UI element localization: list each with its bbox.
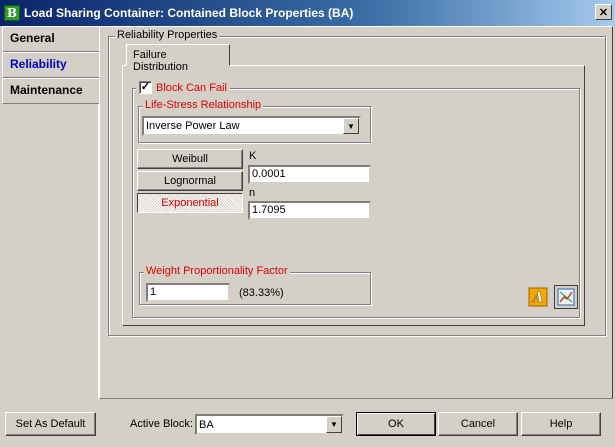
life-stress-select[interactable]: Inverse Power Law ▼ xyxy=(142,116,361,136)
n-input[interactable]: 1.7095 xyxy=(248,201,371,220)
n-value: 1.7095 xyxy=(252,204,286,216)
n-label: n xyxy=(249,187,256,199)
sidebar-item-general[interactable]: General xyxy=(2,26,100,52)
block-can-fail-row: ✓ Block Can Fail xyxy=(136,81,230,94)
help-button[interactable]: Help xyxy=(521,412,601,436)
lognormal-label: Lognormal xyxy=(164,175,216,187)
chevron-down-icon[interactable]: ▼ xyxy=(343,118,359,134)
sidebar-item-maintenance[interactable]: Maintenance xyxy=(2,78,100,104)
block-can-fail-checkbox[interactable]: ✓ xyxy=(139,81,152,94)
weight-factor-label: Weight Proportionality Factor xyxy=(144,265,290,277)
chevron-down-icon[interactable]: ▼ xyxy=(326,416,342,433)
sidebar-item-label: Reliability xyxy=(10,57,67,71)
sidebar-item-label: Maintenance xyxy=(10,83,83,97)
lognormal-button[interactable]: Lognormal xyxy=(137,171,243,191)
plot-icon[interactable] xyxy=(554,285,578,309)
exponential-label: Exponential xyxy=(161,197,219,209)
exponential-button[interactable]: Exponential xyxy=(137,193,243,213)
weight-factor-value: 1 xyxy=(150,286,157,298)
sidebar-item-label: General xyxy=(10,31,55,45)
ok-label: OK xyxy=(388,418,404,430)
k-value: 0.0001 xyxy=(252,168,286,180)
active-block-value: BA xyxy=(199,418,214,431)
window-title: Load Sharing Container: Contained Block … xyxy=(24,6,354,20)
cancel-button[interactable]: Cancel xyxy=(438,412,518,436)
weibull-button[interactable]: Weibull xyxy=(137,149,243,169)
cancel-label: Cancel xyxy=(460,418,496,430)
k-label: K xyxy=(249,150,257,162)
life-stress-value: Inverse Power Law xyxy=(146,120,240,132)
k-input[interactable]: 0.0001 xyxy=(248,165,371,184)
help-label: Help xyxy=(549,418,573,430)
weibull-label: Weibull xyxy=(172,153,208,165)
app-icon: B xyxy=(4,5,20,21)
weight-factor-percent: (83.33%) xyxy=(239,287,284,299)
sidebar-filler xyxy=(2,104,99,399)
set-as-default-button[interactable]: Set As Default xyxy=(5,412,96,436)
sidebar-item-reliability[interactable]: Reliability xyxy=(2,52,100,78)
set-as-default-label: Set As Default xyxy=(15,418,86,430)
active-block-label: Active Block: xyxy=(130,418,193,430)
font-icon[interactable]: A xyxy=(527,286,549,308)
life-stress-label: Life-Stress Relationship xyxy=(143,99,264,111)
block-can-fail-label: Block Can Fail xyxy=(156,81,227,94)
tab-failure-distribution[interactable]: Failure Distribution xyxy=(126,44,230,73)
title-bar: B Load Sharing Container: Contained Bloc… xyxy=(0,0,615,26)
ok-button[interactable]: OK xyxy=(356,412,436,436)
weight-factor-input[interactable]: 1 xyxy=(146,283,230,302)
reliability-properties-label: Reliability Properties xyxy=(115,29,220,41)
close-button[interactable]: ✕ xyxy=(595,4,612,20)
tab-label: Failure Distribution xyxy=(133,49,189,73)
sidebar: General Reliability Maintenance xyxy=(2,26,100,104)
svg-text:A: A xyxy=(531,290,544,306)
active-block-select[interactable]: BA ▼ xyxy=(195,414,344,435)
